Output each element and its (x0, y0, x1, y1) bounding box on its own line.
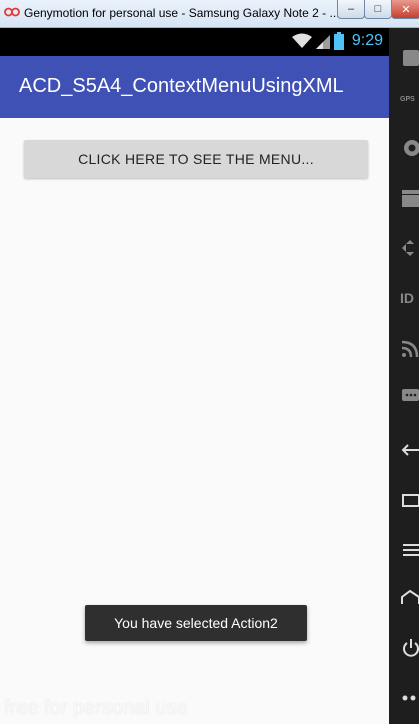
maximize-button[interactable]: □ (364, 0, 392, 19)
gps-icon[interactable]: GPS (400, 90, 419, 110)
minimize-icon: – (347, 3, 355, 15)
app-content: CLICK HERE TO SEE THE MENU... You have s… (0, 118, 389, 724)
show-context-menu-button[interactable]: CLICK HERE TO SEE THE MENU... (24, 140, 368, 178)
recent-apps-icon[interactable] (400, 490, 419, 510)
toast-message: You have selected Action2 (85, 605, 307, 641)
window-title-bar: Genymotion for personal use - Samsung Ga… (0, 0, 419, 28)
window-title: Genymotion for personal use - Samsung Ga… (24, 6, 340, 20)
wifi-icon (291, 33, 312, 48)
camera-icon[interactable] (400, 138, 419, 158)
battery-icon (333, 32, 344, 50)
battery-icon[interactable] (400, 48, 419, 68)
power-icon[interactable] (400, 638, 419, 658)
sms-icon[interactable] (400, 386, 419, 406)
status-time: 9:29 (351, 32, 383, 49)
menu-icon[interactable] (400, 540, 419, 560)
minimize-button[interactable]: – (337, 0, 365, 19)
watermark: free for personal use (4, 697, 188, 719)
id-label: ID (400, 290, 414, 306)
id-icon[interactable]: ID (400, 288, 419, 308)
back-icon[interactable] (400, 440, 419, 460)
android-status-bar: 9:29 (0, 28, 389, 56)
toast-text: You have selected Action2 (114, 615, 278, 631)
maximize-icon: □ (374, 3, 382, 15)
status-icons: 9:29 (291, 32, 383, 50)
home-icon[interactable] (400, 588, 419, 608)
signal-icon (315, 35, 330, 49)
close-button[interactable]: ✕ (391, 0, 419, 19)
app-title: ACD_S5A4_ContextMenuUsingXML (19, 75, 344, 97)
gps-label: GPS (400, 96, 415, 103)
dpad-icon[interactable] (400, 238, 419, 258)
wifi-broadcast-icon[interactable] (400, 338, 419, 358)
close-icon: ✕ (401, 3, 411, 16)
clapperboard-icon[interactable] (400, 188, 419, 208)
more-icon[interactable] (400, 688, 419, 708)
genymotion-logo-icon (4, 7, 20, 17)
genymotion-toolbar: GPS ID (389, 28, 419, 724)
app-bar: ACD_S5A4_ContextMenuUsingXML (0, 56, 389, 118)
